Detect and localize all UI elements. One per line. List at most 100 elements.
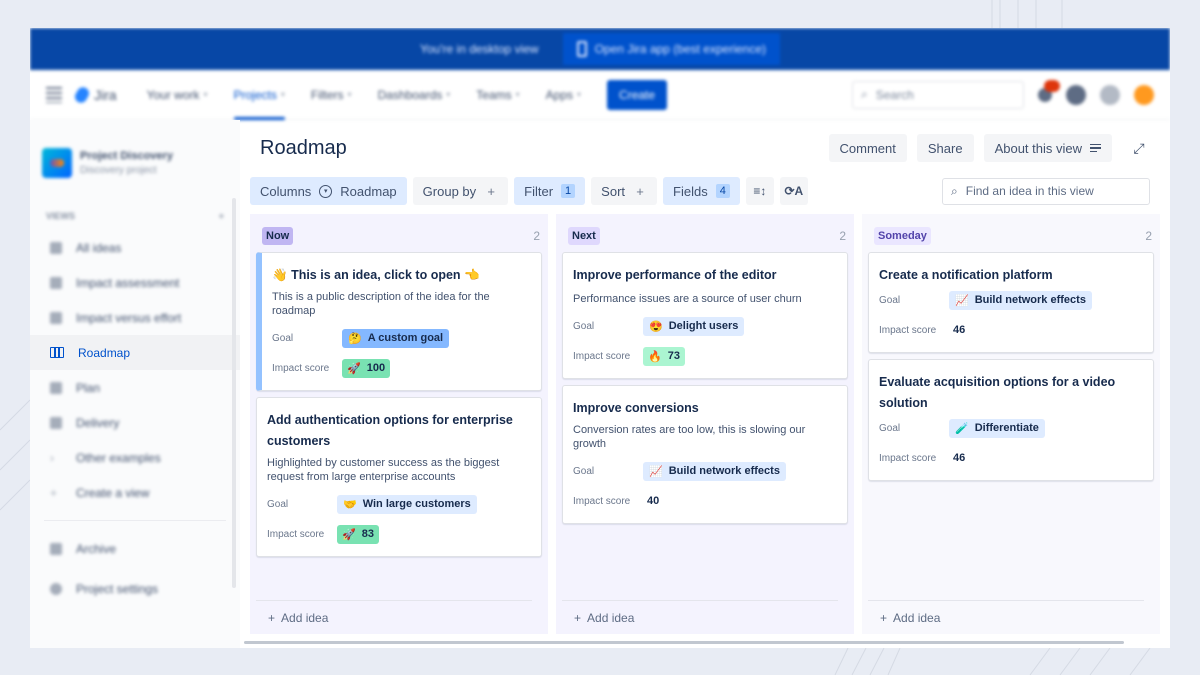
impact-value: 100 [366,362,386,374]
nav-apps[interactable]: Apps ▾ [546,70,581,120]
impact-field: Impact score 🚀 100 [272,356,531,380]
section-label-text: VIEWS [46,211,76,221]
sidebar-item-project-settings[interactable]: Project settings [30,571,240,606]
card-density-icon[interactable]: ≡↕ [745,177,774,205]
help-icon[interactable] [1066,84,1086,105]
column-tag: Next [568,227,600,245]
impact-field: Impact score 46 [879,318,1143,342]
column-count: 2 [839,229,846,243]
settings-gear-icon[interactable] [1100,84,1120,105]
column-tag: Now [262,227,294,245]
chevron-down-icon: ▾ [203,90,208,99]
jira-mark-icon [72,84,92,105]
column-now: Now 2 👋 This is an idea, click to open 👈… [250,214,548,634]
view-toolbar: Columns ▾ Roadmap Group by + Filter 1 So… [250,176,1160,206]
impact-score-chip: 🚀 83 [337,524,379,544]
create-button[interactable]: Create [607,79,668,110]
open-app-label: Open Jira app (best experience) [594,42,767,56]
filter-button[interactable]: Filter 1 [514,177,586,205]
board-horizontal-scrollbar[interactable] [244,641,1124,644]
nav-teams[interactable]: Teams ▾ [476,70,519,120]
global-search-input[interactable]: ⌕ Search [852,80,1024,109]
user-avatar[interactable] [1134,84,1154,105]
sidebar-scrollbar[interactable] [232,198,236,588]
fullscreen-expand-icon[interactable]: ⤢ [1128,137,1150,159]
sidebar-item-label: Delivery [76,415,120,430]
comment-button[interactable]: Comment [828,134,907,162]
notifications-icon[interactable] [1038,79,1060,102]
sidebar-item-archive[interactable]: Archive [30,531,240,566]
open-app-button[interactable]: Open Jira app (best experience) [562,33,781,65]
add-view-plus-icon[interactable]: + [219,211,224,221]
chart-increasing-icon: 📈 [649,465,663,478]
fields-button[interactable]: Fields 4 [663,177,740,205]
project-name: Project Discovery [80,150,173,162]
idea-card[interactable]: 👋 This is an idea, click to open 👈 This … [256,252,542,391]
nav-label: Your work [146,87,200,102]
impact-field: Impact score 🔥 73 [573,344,837,368]
add-idea-button[interactable]: + Add idea [868,600,1144,634]
columns-button[interactable]: Columns ▾ Roadmap [250,177,407,205]
goal-chip: 🤝 Win large customers [337,494,477,514]
jira-logo[interactable]: Jira [72,84,117,105]
product-name: Jira [94,86,117,103]
sidebar-item-create-view[interactable]: + Create a view [30,475,240,510]
idea-title-text: This is an idea, click to open [291,268,461,282]
goal-chip: 🧪 Differentiate [949,418,1045,438]
idea-title: Evaluate acquisition options for a video… [879,375,1116,410]
idea-description: This is a public description of the idea… [272,291,490,317]
add-idea-button[interactable]: + Add idea [256,600,532,634]
project-header[interactable]: Project Discovery Discovery project [30,138,240,188]
fields-count-badge: 4 [715,184,730,198]
matrix-icon [50,311,62,324]
nav-your-work[interactable]: Your work ▾ [147,70,208,120]
sidebar-item-impact-assessment[interactable]: Impact assessment [30,265,240,300]
chevron-right-icon: › [50,450,54,465]
sidebar-item-label: Archive [76,541,117,556]
find-idea-input[interactable]: ⌕ [942,177,1150,205]
chevron-down-icon: ▾ [347,90,352,99]
impact-score-chip: 🔥 73 [643,346,685,366]
sidebar-item-other-examples[interactable]: › Other examples [30,440,240,475]
column-header: Next 2 [562,226,848,246]
find-idea-field[interactable] [965,184,1136,198]
goal-field: Goal 🧪 Differentiate [879,416,1143,440]
idea-card[interactable]: Create a notification platform Goal 📈 Bui… [868,252,1154,353]
field-label: Impact score [879,452,937,464]
group-by-button[interactable]: Group by + [412,177,509,205]
sidebar-item-impact-versus-effort[interactable]: Impact versus effort [30,300,240,335]
nav-filters[interactable]: Filters ▾ [311,70,352,120]
views-section-label: VIEWS + [30,202,240,230]
idea-card[interactable]: Improve performance of the editor Perfor… [562,252,848,379]
idea-title: 👋 This is an idea, click to open 👈 [272,265,531,286]
goal-text: Build network effects [974,294,1086,306]
auto-sort-icon[interactable]: ⟳A [779,177,808,205]
sidebar-item-plan[interactable]: Plan [30,370,240,405]
share-button[interactable]: Share [916,134,974,162]
sort-button[interactable]: Sort + [591,177,658,205]
sidebar-item-all-ideas[interactable]: All ideas [30,230,240,265]
nav-projects[interactable]: Projects ▾ [233,70,286,120]
nav-label: Teams [476,87,512,102]
about-view-label: About this view [994,140,1082,156]
nav-dashboards[interactable]: Dashboards ▾ [378,70,451,120]
goal-text: Build network effects [668,465,780,477]
idea-card[interactable]: Improve conversions Conversion rates are… [562,385,848,524]
idea-card[interactable]: Evaluate acquisition options for a video… [868,359,1154,481]
plus-icon: + [636,183,644,199]
goal-chip: 😍 Delight users [643,316,745,336]
sidebar-item-delivery[interactable]: Delivery [30,405,240,440]
impact-value: 83 [361,528,374,540]
add-idea-button[interactable]: + Add idea [562,600,838,634]
idea-card[interactable]: Add authentication options for enterpris… [256,397,542,557]
field-label: Goal [573,320,595,332]
about-view-button[interactable]: About this view [983,134,1112,162]
impact-value: 46 [953,452,966,464]
app-switcher-icon[interactable] [46,86,62,103]
field-label: Impact score [879,324,937,336]
sidebar-item-label: Impact assessment [76,275,180,290]
field-label: Goal [267,498,289,510]
chevron-down-icon: ▾ [515,90,520,99]
sidebar-item-roadmap[interactable]: Roadmap [30,335,240,370]
idea-title: Improve performance of the editor [573,268,777,282]
